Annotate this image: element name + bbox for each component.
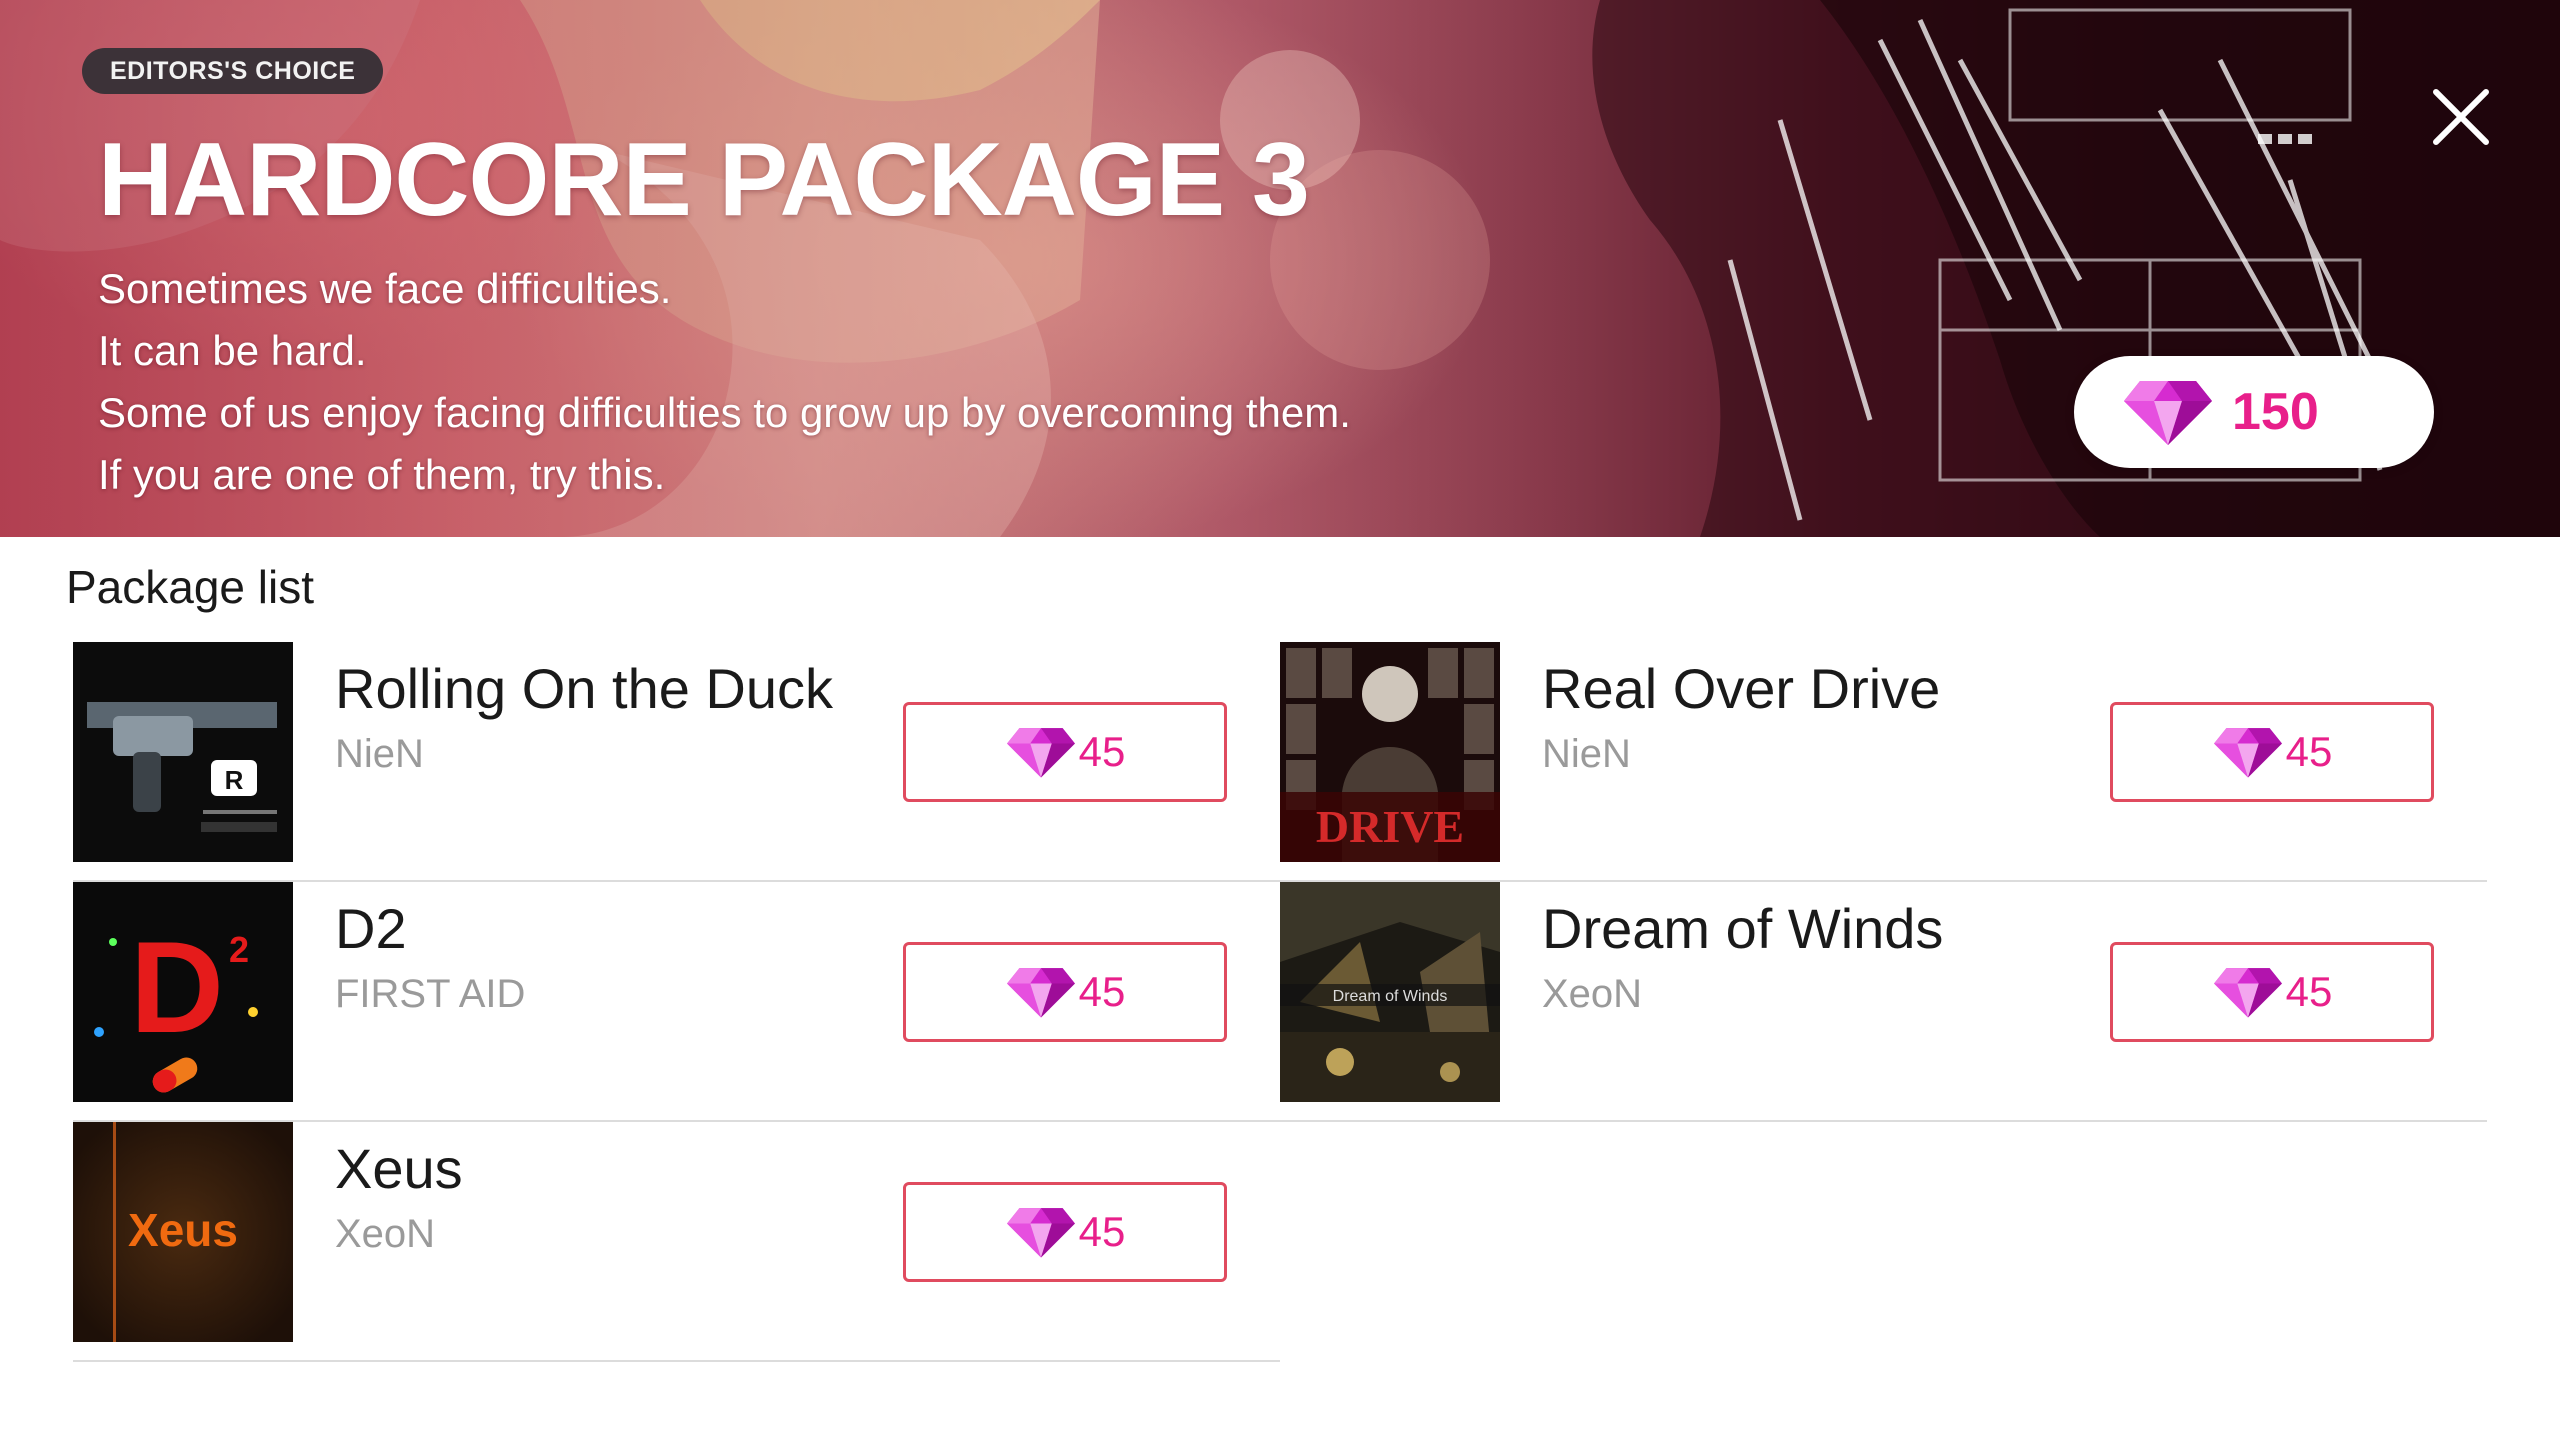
description-line: Some of us enjoy facing difficulties to …: [98, 389, 1351, 436]
row-divider: [73, 1360, 1280, 1362]
cover-logo: D: [130, 914, 224, 1060]
gem-icon: [1006, 968, 1075, 1018]
gem-icon: [2213, 968, 2282, 1018]
package-list-title: Package list: [66, 561, 315, 613]
real-over-drive-cover: DRIVE: [1280, 642, 1500, 862]
album-cover: DRIVE: [1280, 642, 1500, 862]
song-title: Dream of Winds: [1542, 897, 1944, 960]
song-artist: NieN: [1542, 732, 1631, 776]
song-artist: XeoN: [335, 1212, 436, 1256]
package-description: Sometimes we face difficulties. It can b…: [98, 258, 1598, 506]
gem-icon: [2213, 728, 2282, 778]
cover-logo: DRIVE: [1316, 801, 1464, 852]
song-price: 45: [1078, 1208, 1126, 1255]
editors-choice-badge: EDITORS'S CHOICE: [82, 48, 384, 94]
description-line: Sometimes we face difficulties.: [98, 265, 672, 312]
d2-cover: D 2: [73, 882, 293, 1102]
hero-banner: EDITORS'S CHOICE HARDCORE PACKAGE 3 Some…: [0, 0, 2560, 537]
list-item[interactable]: D 2 D2 FIRST AID 45: [73, 882, 1280, 1122]
song-price: 45: [2285, 728, 2333, 775]
song-artist: NieN: [335, 732, 424, 776]
song-price: 45: [1078, 968, 1126, 1015]
song-title: Rolling On the Duck: [335, 657, 834, 720]
song-price: 45: [2285, 968, 2333, 1015]
list-item[interactable]: Xeus Xeus XeoN 45: [73, 1122, 1280, 1362]
list-item[interactable]: Dream of Winds Dream of Winds XeoN 45: [1280, 882, 2487, 1122]
list-item[interactable]: R Rolling On the Duck NieN 45: [73, 642, 1280, 882]
gem-icon: [1006, 728, 1075, 778]
gem-icon: [2124, 381, 2212, 445]
rolling-on-the-duck-cover: R: [73, 642, 293, 862]
buy-song-button[interactable]: 45: [2110, 702, 2434, 802]
album-cover: D 2: [73, 882, 293, 1102]
description-line: It can be hard.: [98, 327, 367, 374]
song-artist: FIRST AID: [335, 972, 526, 1016]
row-divider: [1280, 1120, 2487, 1122]
svg-text:R: R: [225, 765, 244, 795]
song-title: Xeus: [335, 1137, 463, 1200]
list-item[interactable]: DRIVE Real Over Drive NieN 45: [1280, 642, 2487, 882]
buy-song-button[interactable]: 45: [903, 1182, 1227, 1282]
close-button[interactable]: [2428, 84, 2494, 150]
song-title: Real Over Drive: [1542, 657, 1941, 720]
song-title: D2: [335, 897, 407, 960]
album-cover: Xeus: [73, 1122, 293, 1342]
buy-song-button[interactable]: 45: [2110, 942, 2434, 1042]
buy-song-button[interactable]: 45: [903, 702, 1227, 802]
buy-song-button[interactable]: 45: [903, 942, 1227, 1042]
dream-of-winds-cover: Dream of Winds: [1280, 882, 1500, 1102]
package-price: 150: [2232, 383, 2319, 441]
album-cover: R: [73, 642, 293, 862]
package-buy-button[interactable]: 150: [2074, 356, 2434, 468]
description-line: If you are one of them, try this.: [98, 451, 666, 498]
cover-logo: 2: [229, 929, 249, 970]
page-title: HARDCORE PACKAGE 3: [98, 122, 1310, 238]
close-icon: [2433, 89, 2489, 145]
song-price: 45: [1078, 728, 1126, 775]
gem-icon: [1006, 1208, 1075, 1258]
album-cover: Dream of Winds: [1280, 882, 1500, 1102]
song-artist: XeoN: [1542, 972, 1643, 1016]
cover-logo: Dream of Winds: [1333, 988, 1448, 1005]
cover-logo: Xeus: [128, 1204, 238, 1256]
xeus-cover: Xeus: [73, 1122, 293, 1342]
